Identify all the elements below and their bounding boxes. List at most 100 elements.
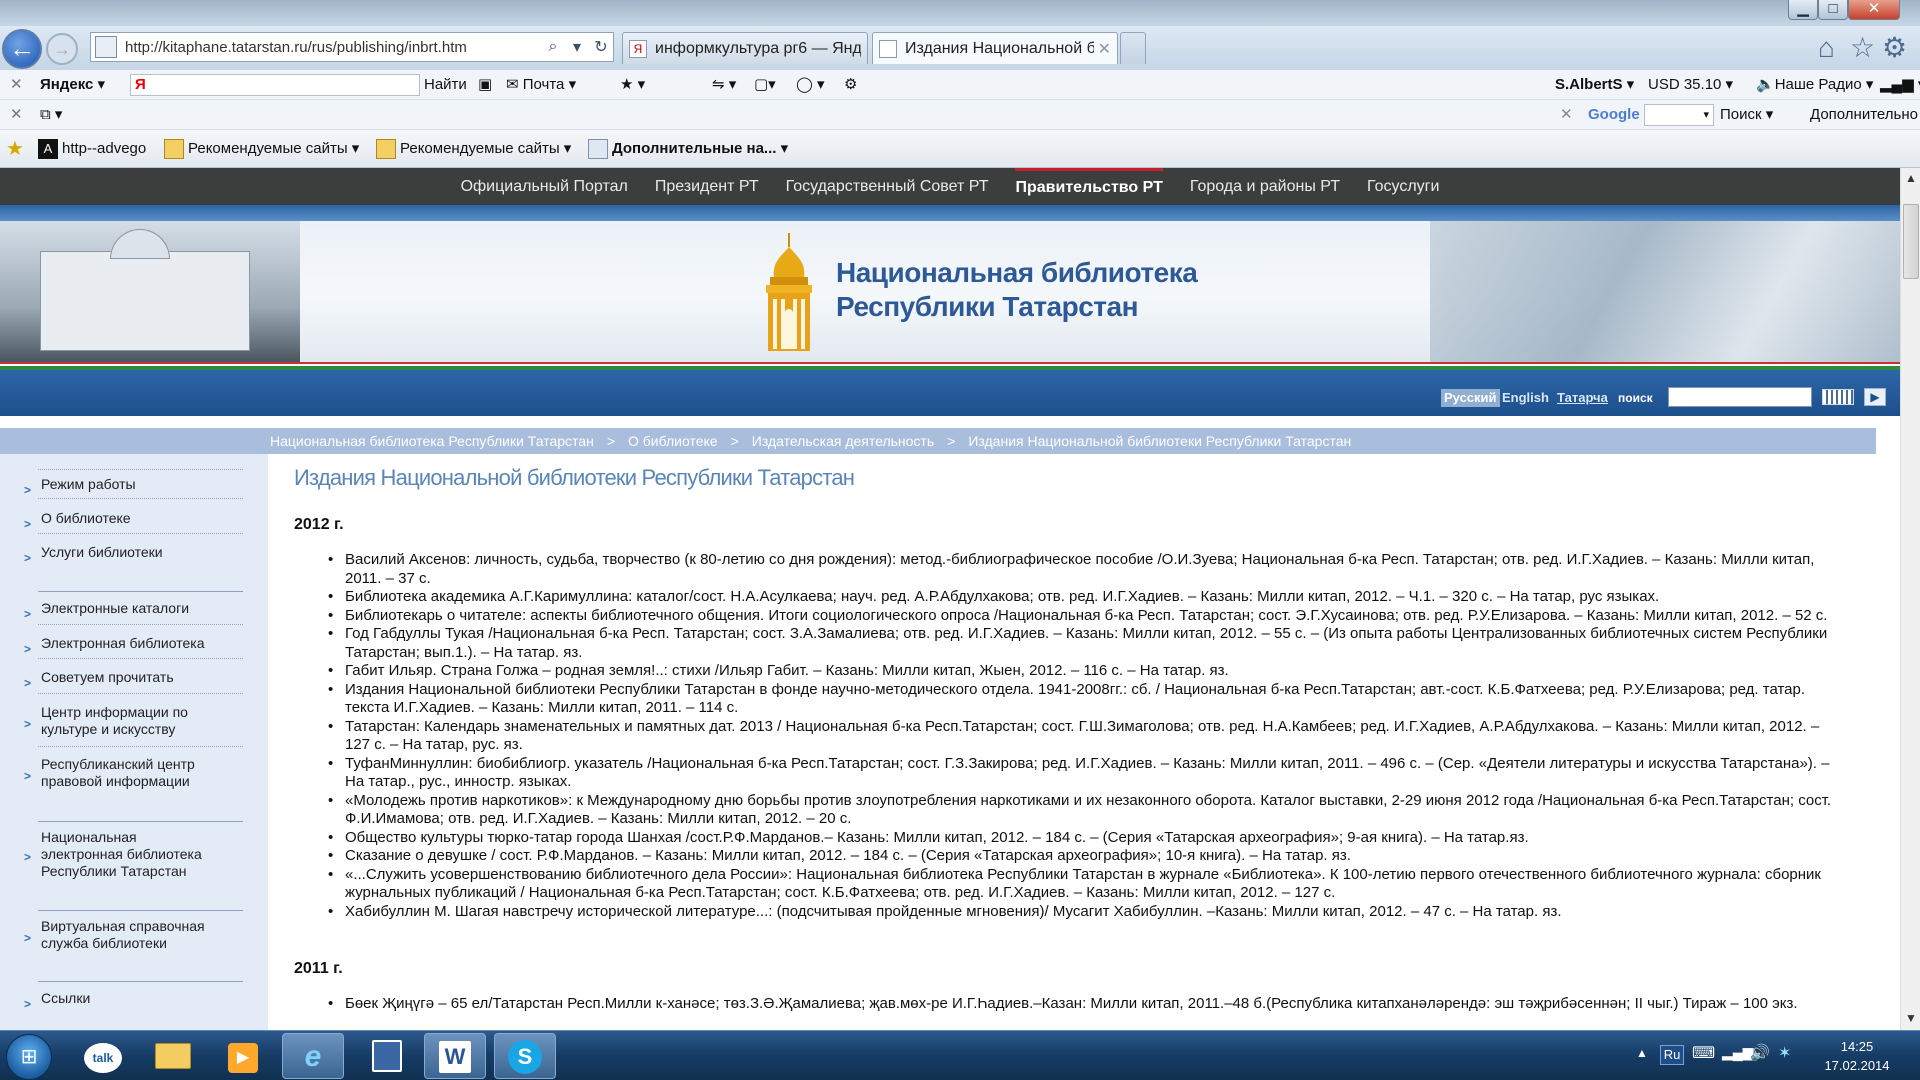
radio-widget[interactable]: 🔈Наше Радио ▾ xyxy=(1756,70,1873,100)
favorite-link-recommended-2[interactable]: Рекомендуемые сайты ▾ xyxy=(376,134,571,164)
back-button[interactable]: ← xyxy=(2,29,42,69)
breadcrumb-publishing[interactable]: Издательская деятельность xyxy=(752,433,934,449)
search-go-button[interactable]: ▶ xyxy=(1864,388,1886,406)
scroll-up-icon[interactable]: ▲ xyxy=(1901,168,1920,188)
close-window-button[interactable]: ✕ xyxy=(1848,0,1900,20)
window-titlebar: ▁ □ ✕ xyxy=(0,0,1920,26)
folder-icon[interactable] xyxy=(142,1033,204,1079)
sidebar-item-legal-center[interactable]: > Республиканский центр правовой информа… xyxy=(0,756,268,796)
breadcrumb-about[interactable]: О библиотеке xyxy=(628,433,718,449)
close-tab-icon[interactable]: ✕ xyxy=(1098,39,1111,59)
language-indicator[interactable]: Ru xyxy=(1660,1045,1684,1065)
talk-icon[interactable]: talk xyxy=(72,1033,134,1079)
mail-button[interactable]: ✉ Почта ▾ xyxy=(506,70,576,100)
save-icon[interactable] xyxy=(356,1033,418,1079)
address-url[interactable]: http://kitaphane.tatarstan.ru/rus/publis… xyxy=(125,39,541,56)
scroll-thumb[interactable] xyxy=(1903,204,1919,279)
address-bar[interactable]: http://kitaphane.tatarstan.ru/rus/publis… xyxy=(90,32,614,62)
toolbar-settings-icon[interactable]: ⚙ xyxy=(844,70,857,100)
minimize-button[interactable]: ▁ xyxy=(1788,0,1818,20)
signal-icon[interactable]: ▂▄▆ ▾ xyxy=(1880,70,1920,100)
sidebar-item-e-library[interactable]: > Электронная библиотека xyxy=(0,635,268,669)
sidebar-item-recommend[interactable]: > Советуем прочитать xyxy=(0,669,268,703)
bookmarks-icon[interactable]: ★ ▾ xyxy=(620,70,645,100)
show-hidden-icons[interactable]: ▲ xyxy=(1636,1046,1648,1060)
favorites-star-icon[interactable]: ★ xyxy=(6,134,24,164)
close-toolbar-icon[interactable]: ✕ xyxy=(10,70,23,100)
favorite-label: http--advego xyxy=(62,140,147,157)
tab-active-library[interactable]: Издания Национальной б... ✕ xyxy=(872,32,1118,64)
sidebar-item-links[interactable]: > Ссылки xyxy=(0,990,268,1024)
user-label: S.AlbertS xyxy=(1555,76,1623,93)
favorite-link-advego[interactable]: Ahttp--advego xyxy=(38,134,146,164)
google-search-input[interactable]: ▾ xyxy=(1644,104,1714,126)
gov-nav-government[interactable]: Правительство РТ xyxy=(1015,168,1163,205)
list-item: Общество культуры тюрко-татар города Шан… xyxy=(328,829,1845,848)
addon-icon[interactable]: ⧉ ▾ xyxy=(40,100,62,130)
google-search-button[interactable]: Поиск ▾ xyxy=(1720,100,1773,130)
security-icon[interactable]: ✶ xyxy=(1778,1043,1791,1063)
advego-icon: A xyxy=(38,139,58,160)
chevron-right-icon: > xyxy=(24,642,32,656)
screenshot-icon[interactable]: ▢▾ xyxy=(754,70,776,100)
gov-nav-portal[interactable]: Официальный Портал xyxy=(461,168,628,205)
tab-yandex[interactable]: Я информкультура рг6 — Янде... xyxy=(622,32,868,64)
sidebar-item-hours[interactable]: > Режим работы xyxy=(0,476,268,510)
lang-tatar[interactable]: Татарча xyxy=(1557,389,1608,407)
breadcrumb-home[interactable]: Национальная библиотека Республики Татар… xyxy=(270,433,594,449)
chevron-right-icon: > xyxy=(24,717,32,731)
currency-widget[interactable]: USD 35.10 ▾ xyxy=(1648,70,1733,100)
ie-icon[interactable]: e xyxy=(282,1033,344,1079)
lang-russian[interactable]: Русский xyxy=(1441,389,1500,407)
clock-time: 14:25 xyxy=(1840,1039,1874,1054)
input-method-icon[interactable]: ⌨ xyxy=(1692,1043,1715,1063)
lang-english[interactable]: English xyxy=(1502,389,1549,407)
home-icon[interactable]: ⌂ xyxy=(1818,32,1835,64)
gov-nav-president[interactable]: Президент РТ xyxy=(655,168,759,205)
sidebar-divider xyxy=(38,469,243,470)
gov-nav-services[interactable]: Госуслуги xyxy=(1367,168,1439,205)
sidebar-item-services[interactable]: > Услуги библиотеки xyxy=(0,544,268,578)
favorites-bar: ★ Ahttp--advego Рекомендуемые сайты ▾ Ре… xyxy=(0,130,1920,168)
gov-nav-cities[interactable]: Города и районы РТ xyxy=(1190,168,1340,205)
close-toolbar-icon[interactable]: ✕ xyxy=(10,100,23,130)
favorite-link-recommended[interactable]: Рекомендуемые сайты ▾ xyxy=(164,134,359,164)
favorite-link-more[interactable]: Дополнительные на... ▾ xyxy=(588,134,788,164)
yandex-search-input[interactable]: Я xyxy=(130,74,420,96)
gov-nav-council[interactable]: Государственный Совет РТ xyxy=(786,168,989,205)
dropdown-arrow-icon[interactable]: ▾ xyxy=(565,37,589,57)
favorites-star-icon[interactable]: ☆ xyxy=(1850,32,1875,64)
maximize-button[interactable]: □ xyxy=(1818,0,1848,20)
translate-icon[interactable]: ⇋ ▾ xyxy=(712,70,736,100)
refresh-icon[interactable]: ↻ xyxy=(589,37,613,57)
search-icon[interactable]: ⌕ xyxy=(541,38,565,56)
find-button[interactable]: Найти xyxy=(424,70,467,100)
forward-button[interactable]: → xyxy=(46,33,78,65)
user-menu[interactable]: S.AlbertS ▾ xyxy=(1555,70,1634,100)
chat-icon[interactable]: ◯ ▾ xyxy=(796,70,824,100)
sidebar-item-national-e-library[interactable]: > Национальная электронная библиотека Ре… xyxy=(0,829,268,887)
clock[interactable]: 14:25 17.02.2014 xyxy=(1817,1037,1897,1075)
yandex-logo[interactable]: Яндекс ▾ xyxy=(40,70,105,100)
media-player-icon[interactable]: ▶ xyxy=(212,1033,274,1079)
skype-icon[interactable]: S xyxy=(494,1033,556,1079)
sidebar-item-catalogs[interactable]: > Электронные каталоги xyxy=(0,600,268,634)
year-heading-2012: 2012 г. xyxy=(294,516,344,533)
sidebar-item-culture-center[interactable]: > Центр информации по культуре и искусст… xyxy=(0,704,268,744)
more-button[interactable]: Дополнительно xyxy=(1810,100,1918,130)
word-icon[interactable]: W xyxy=(424,1033,486,1079)
close-google-icon[interactable]: ✕ xyxy=(1560,100,1573,130)
keyboard-icon[interactable] xyxy=(1822,389,1854,405)
sidebar-item-about[interactable]: > О библиотеке xyxy=(0,510,268,544)
network-signal-icon[interactable]: ▂▄▆ xyxy=(1722,1044,1753,1061)
toolbar-icon[interactable]: ▣ xyxy=(478,70,492,100)
new-tab-button[interactable] xyxy=(1120,32,1146,64)
start-button[interactable]: ⊞ xyxy=(6,1034,52,1080)
settings-gear-icon[interactable]: ⚙ xyxy=(1882,32,1907,64)
volume-icon[interactable]: 🔊 xyxy=(1750,1043,1770,1063)
vertical-scrollbar[interactable]: ▲ ▼ xyxy=(1900,168,1920,1030)
scroll-down-icon[interactable]: ▼ xyxy=(1901,1008,1920,1028)
site-search-input[interactable] xyxy=(1668,387,1812,407)
banner-title-line1: Национальная библиотека xyxy=(836,257,1198,288)
sidebar-item-virtual-help[interactable]: > Виртуальная справочная служба библиоте… xyxy=(0,918,268,958)
